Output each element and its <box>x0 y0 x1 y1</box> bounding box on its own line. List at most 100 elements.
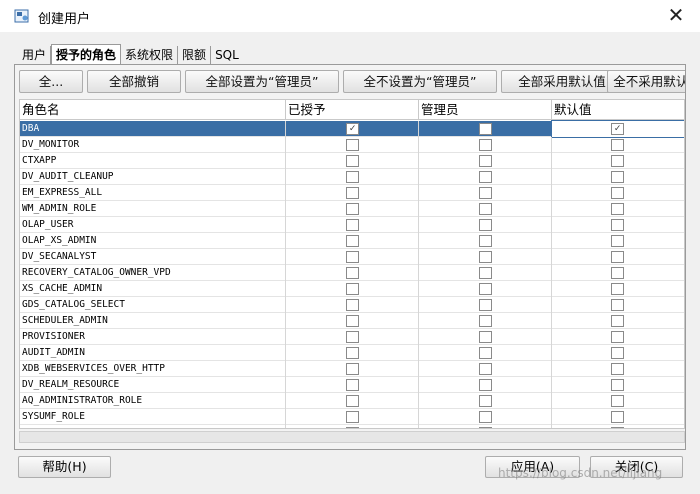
granted-checkbox[interactable] <box>346 363 359 375</box>
tab-3[interactable]: 限额 <box>178 46 212 64</box>
default-checkbox[interactable] <box>611 299 624 311</box>
column-header-3[interactable]: 默认值 <box>552 100 684 120</box>
admin-checkbox[interactable] <box>479 363 492 375</box>
table-row[interactable]: WM_ADMIN_ROLE <box>20 201 684 217</box>
admin-checkbox[interactable] <box>479 395 492 407</box>
granted-checkbox[interactable] <box>346 427 359 428</box>
table-row[interactable]: PROVISIONER <box>20 329 684 345</box>
toolbar-button-0[interactable]: 全... <box>19 70 83 93</box>
admin-cell <box>419 153 552 169</box>
column-header-2[interactable]: 管理员 <box>419 100 552 120</box>
granted-checkbox[interactable] <box>346 379 359 391</box>
admin-checkbox[interactable] <box>479 155 492 167</box>
granted-checkbox[interactable] <box>346 171 359 183</box>
tab-1[interactable]: 授予的角色 <box>51 44 122 64</box>
horizontal-scrollbar[interactable] <box>19 431 685 443</box>
toolbar-button-5[interactable]: 全不采用默认值 <box>607 70 685 93</box>
default-checkbox[interactable] <box>611 187 624 199</box>
default-cell <box>552 153 684 169</box>
table-row[interactable]: SYSUMF_ROLE <box>20 409 684 425</box>
granted-checkbox[interactable] <box>346 219 359 231</box>
table-row[interactable]: OLAP_XS_ADMIN <box>20 233 684 249</box>
admin-checkbox[interactable] <box>479 123 492 135</box>
close-icon[interactable]: ✕ <box>664 4 688 28</box>
default-checkbox[interactable] <box>611 267 624 279</box>
default-checkbox[interactable] <box>611 395 624 407</box>
admin-checkbox[interactable] <box>479 203 492 215</box>
default-checkbox[interactable] <box>611 203 624 215</box>
toolbar-button-1[interactable]: 全部撤销 <box>87 70 181 93</box>
admin-checkbox[interactable] <box>479 267 492 279</box>
admin-checkbox[interactable] <box>479 379 492 391</box>
granted-checkbox[interactable] <box>346 347 359 359</box>
column-header-1[interactable]: 已授予 <box>286 100 419 120</box>
tab-2[interactable]: 系统权限 <box>121 46 179 64</box>
default-checkbox[interactable] <box>611 251 624 263</box>
granted-checkbox[interactable] <box>346 155 359 167</box>
default-checkbox[interactable] <box>611 315 624 327</box>
default-checkbox[interactable] <box>611 331 624 343</box>
table-row[interactable]: DV_SECANALYST <box>20 249 684 265</box>
tab-4[interactable]: SQL <box>211 46 243 64</box>
table-row[interactable]: XS_CACHE_ADMIN <box>20 281 684 297</box>
admin-checkbox[interactable] <box>479 411 492 423</box>
default-checkbox[interactable] <box>611 139 624 151</box>
admin-checkbox[interactable] <box>479 139 492 151</box>
default-checkbox[interactable] <box>611 283 624 295</box>
default-checkbox[interactable] <box>611 347 624 359</box>
tab-0[interactable]: 用户 <box>18 46 52 64</box>
granted-checkbox[interactable]: ✓ <box>346 123 359 135</box>
table-row[interactable]: OLAP_USER <box>20 217 684 233</box>
granted-checkbox[interactable] <box>346 283 359 295</box>
table-row[interactable]: DV_AUDIT_CLEANUP <box>20 169 684 185</box>
granted-checkbox[interactable] <box>346 139 359 151</box>
granted-checkbox[interactable] <box>346 299 359 311</box>
default-checkbox[interactable]: ✓ <box>611 123 624 135</box>
table-row[interactable]: CTXAPP <box>20 153 684 169</box>
toolbar-button-2[interactable]: 全部设置为“管理员” <box>185 70 339 93</box>
granted-checkbox[interactable] <box>346 251 359 263</box>
granted-checkbox[interactable] <box>346 203 359 215</box>
default-checkbox[interactable] <box>611 219 624 231</box>
default-checkbox[interactable] <box>611 379 624 391</box>
admin-checkbox[interactable] <box>479 427 492 428</box>
admin-checkbox[interactable] <box>479 187 492 199</box>
default-checkbox[interactable] <box>611 427 624 428</box>
granted-checkbox[interactable] <box>346 331 359 343</box>
toolbar-button-3[interactable]: 全不设置为“管理员” <box>343 70 497 93</box>
admin-checkbox[interactable] <box>479 283 492 295</box>
admin-checkbox[interactable] <box>479 315 492 327</box>
default-checkbox[interactable] <box>611 155 624 167</box>
table-row[interactable]: SCHEDULER_ADMIN <box>20 313 684 329</box>
table-row[interactable]: RECOVERY_CATALOG_OWNER_VPD <box>20 265 684 281</box>
admin-checkbox[interactable] <box>479 299 492 311</box>
table-row[interactable]: GDS_CATALOG_SELECT <box>20 297 684 313</box>
table-row[interactable]: AQ_ADMINISTRATOR_ROLE <box>20 393 684 409</box>
admin-checkbox[interactable] <box>479 251 492 263</box>
admin-checkbox[interactable] <box>479 331 492 343</box>
column-header-0[interactable]: 角色名 <box>20 100 286 120</box>
admin-checkbox[interactable] <box>479 235 492 247</box>
default-checkbox[interactable] <box>611 363 624 375</box>
admin-checkbox[interactable] <box>479 219 492 231</box>
admin-checkbox[interactable] <box>479 347 492 359</box>
default-checkbox[interactable] <box>611 235 624 247</box>
table-row[interactable]: DBA ✓ ✓ <box>20 120 684 138</box>
table-row[interactable]: AUDIT_ADMIN <box>20 345 684 361</box>
granted-checkbox[interactable] <box>346 267 359 279</box>
granted-checkbox[interactable] <box>346 395 359 407</box>
table-row[interactable]: DV_REALM_RESOURCE <box>20 377 684 393</box>
toolbar-button-4[interactable]: 全部采用默认值 <box>501 70 623 93</box>
granted-checkbox[interactable] <box>346 315 359 327</box>
admin-checkbox[interactable] <box>479 171 492 183</box>
table-row[interactable]: DV_MONITOR <box>20 137 684 153</box>
granted-checkbox[interactable] <box>346 411 359 423</box>
table-row[interactable]: APPLICATION_TRACE_VIEWER <box>20 425 684 428</box>
default-checkbox[interactable] <box>611 171 624 183</box>
granted-checkbox[interactable] <box>346 235 359 247</box>
table-row[interactable]: EM_EXPRESS_ALL <box>20 185 684 201</box>
default-checkbox[interactable] <box>611 411 624 423</box>
granted-checkbox[interactable] <box>346 187 359 199</box>
table-row[interactable]: XDB_WEBSERVICES_OVER_HTTP <box>20 361 684 377</box>
help-button[interactable]: 帮助(H) <box>18 456 111 478</box>
